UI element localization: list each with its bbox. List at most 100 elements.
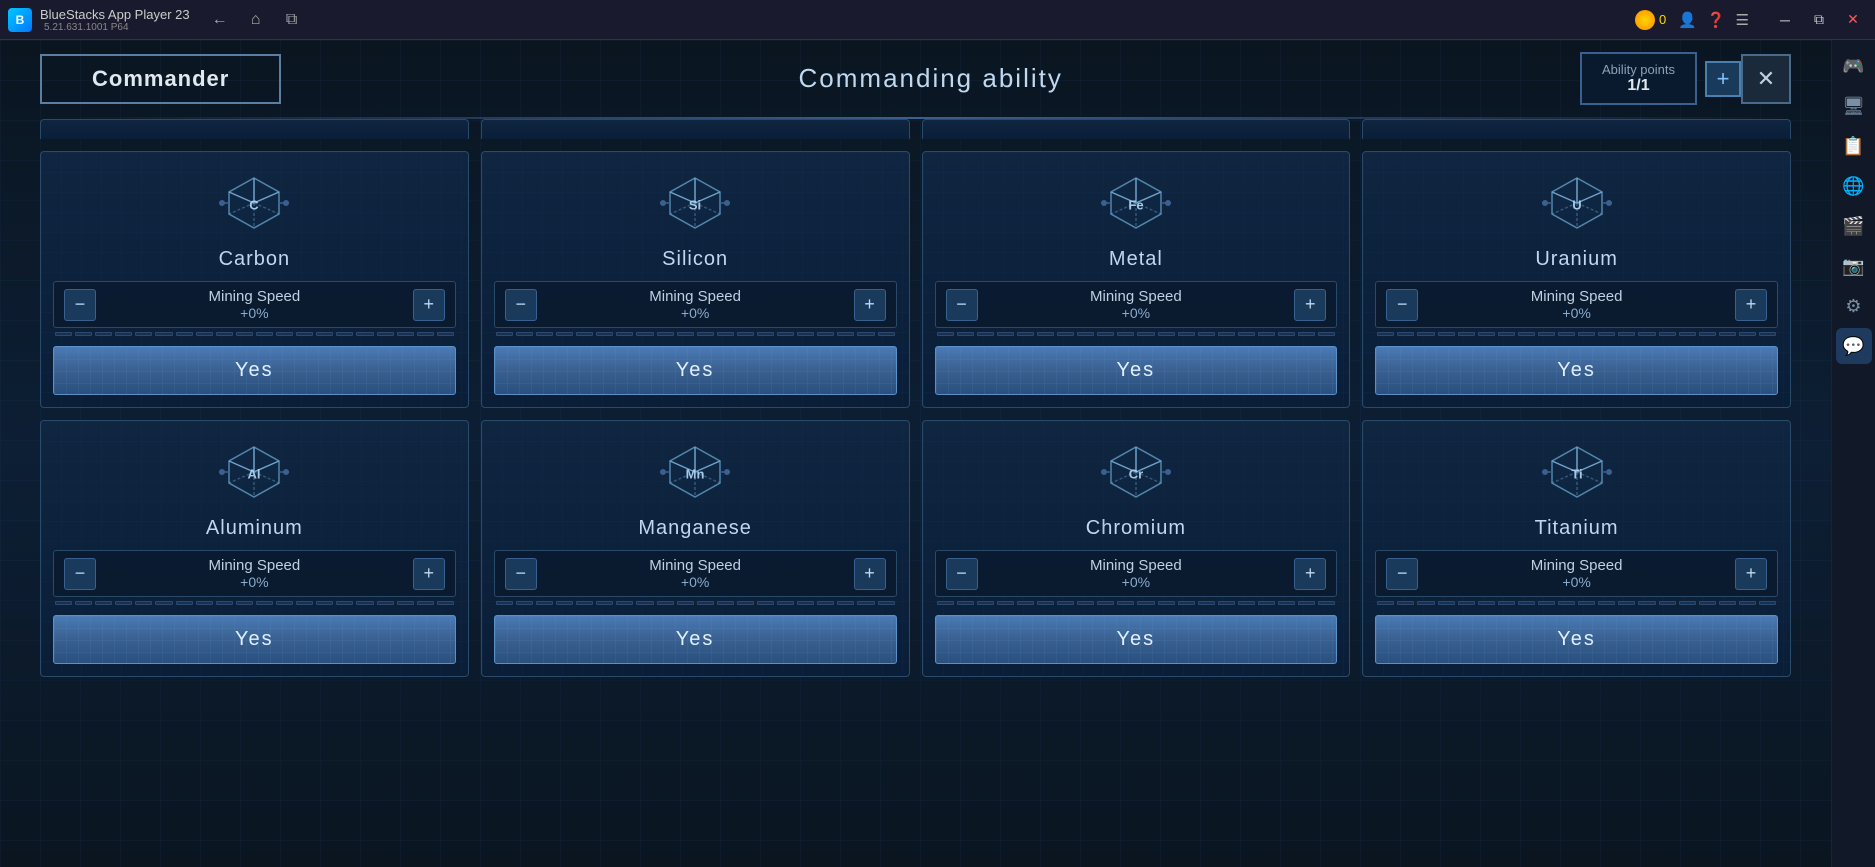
svg-text:U: U bbox=[1572, 197, 1581, 212]
svg-text:Si: Si bbox=[689, 197, 701, 212]
topbar-nav: ← ⌂ ⧉ bbox=[206, 6, 306, 34]
cube-icon-titanium: Ti bbox=[1542, 437, 1612, 507]
sidebar-icon-0[interactable]: 🎮 bbox=[1836, 48, 1872, 84]
minimize-button[interactable]: ─ bbox=[1771, 6, 1799, 34]
back-button[interactable]: ← bbox=[206, 6, 234, 34]
sidebar-icon-2[interactable]: 📋 bbox=[1836, 128, 1872, 164]
mining-speed-plus-metal[interactable]: + bbox=[1294, 289, 1326, 321]
sidebar-icon-6[interactable]: ⚙ bbox=[1836, 288, 1872, 324]
mining-speed-label-titanium: Mining Speed bbox=[1418, 557, 1735, 574]
mining-speed-plus-manganese[interactable]: + bbox=[854, 558, 886, 590]
commander-header: Commander Commanding ability Ability poi… bbox=[0, 40, 1831, 117]
sidebar-icon-4[interactable]: 🎬 bbox=[1836, 208, 1872, 244]
coin-icon bbox=[1635, 10, 1655, 30]
svg-text:Fe: Fe bbox=[1128, 197, 1143, 212]
yes-button-metal[interactable]: Yes bbox=[935, 346, 1338, 395]
mining-speed-minus-metal[interactable]: − bbox=[946, 289, 978, 321]
right-sidebar: 🎮 🖥 📋 🌐 🎬 📷 ⚙ 💬 bbox=[1831, 40, 1875, 867]
progress-bar-silicon bbox=[494, 332, 897, 340]
mining-speed-plus-silicon[interactable]: + bbox=[854, 289, 886, 321]
topbar: B BlueStacks App Player 23 5.21.631.1001… bbox=[0, 0, 1875, 40]
mineral-card-titanium: Ti Titanium − Mining Speed +0% + Yes bbox=[1362, 420, 1791, 677]
progress-bar-uranium bbox=[1375, 332, 1778, 340]
mining-speed-value-chromium: +0% bbox=[978, 574, 1295, 590]
cube-icon-manganese: Mn bbox=[660, 437, 730, 507]
mineral-card-aluminum: Al Aluminum − Mining Speed +0% + Yes bbox=[40, 420, 469, 677]
mining-speed-plus-titanium[interactable]: + bbox=[1735, 558, 1767, 590]
mining-speed-plus-uranium[interactable]: + bbox=[1735, 289, 1767, 321]
window-controls: ─ ⧉ ✕ bbox=[1771, 6, 1867, 34]
mining-speed-minus-titanium[interactable]: − bbox=[1386, 558, 1418, 590]
mining-speed-content-uranium: Mining Speed +0% bbox=[1418, 288, 1735, 321]
mining-speed-row-aluminum: − Mining Speed +0% + bbox=[53, 550, 456, 597]
sidebar-icon-chat[interactable]: 💬 bbox=[1836, 328, 1872, 364]
cube-icon-silicon: Si bbox=[660, 168, 730, 238]
mining-speed-content-silicon: Mining Speed +0% bbox=[537, 288, 854, 321]
mining-speed-minus-silicon[interactable]: − bbox=[505, 289, 537, 321]
restore-button[interactable]: ⧉ bbox=[1805, 6, 1833, 34]
mining-speed-value-silicon: +0% bbox=[537, 305, 854, 321]
yes-button-carbon[interactable]: Yes bbox=[53, 346, 456, 395]
cube-icon-aluminum: Al bbox=[219, 437, 289, 507]
svg-text:Ti: Ti bbox=[1571, 466, 1582, 481]
top-row-partial bbox=[0, 119, 1831, 139]
mining-speed-value-manganese: +0% bbox=[537, 574, 854, 590]
mining-speed-row-manganese: − Mining Speed +0% + bbox=[494, 550, 897, 597]
window-button[interactable]: ⧉ bbox=[278, 6, 306, 34]
topbar-action-icons: 👤 ❓ ☰ bbox=[1678, 11, 1749, 29]
mineral-name-metal: Metal bbox=[1109, 248, 1163, 271]
top-card-partial-1 bbox=[481, 119, 910, 139]
mining-speed-value-metal: +0% bbox=[978, 305, 1295, 321]
yes-button-titanium[interactable]: Yes bbox=[1375, 615, 1778, 664]
sidebar-icon-3[interactable]: 🌐 bbox=[1836, 168, 1872, 204]
mining-speed-label-metal: Mining Speed bbox=[978, 288, 1295, 305]
mining-speed-plus-carbon[interactable]: + bbox=[413, 289, 445, 321]
mining-speed-minus-manganese[interactable]: − bbox=[505, 558, 537, 590]
avatar-icon: 👤 bbox=[1678, 11, 1697, 29]
coin-display: 0 bbox=[1635, 10, 1666, 30]
mineral-name-titanium: Titanium bbox=[1535, 517, 1619, 540]
mining-speed-content-metal: Mining Speed +0% bbox=[978, 288, 1295, 321]
mining-speed-row-uranium: − Mining Speed +0% + bbox=[1375, 281, 1778, 328]
mining-speed-plus-chromium[interactable]: + bbox=[1294, 558, 1326, 590]
cube-icon-carbon: C bbox=[219, 168, 289, 238]
mining-speed-row-metal: − Mining Speed +0% + bbox=[935, 281, 1338, 328]
mineral-card-silicon: Si Silicon − Mining Speed +0% + Yes bbox=[481, 151, 910, 408]
mineral-card-manganese: Mn Manganese − Mining Speed +0% + Yes bbox=[481, 420, 910, 677]
yes-button-uranium[interactable]: Yes bbox=[1375, 346, 1778, 395]
home-button[interactable]: ⌂ bbox=[242, 6, 270, 34]
mining-speed-minus-uranium[interactable]: − bbox=[1386, 289, 1418, 321]
coin-count: 0 bbox=[1659, 12, 1666, 27]
progress-bar-titanium bbox=[1375, 601, 1778, 609]
commander-button[interactable]: Commander bbox=[40, 54, 281, 104]
app-title-group: BlueStacks App Player 23 5.21.631.1001 P… bbox=[40, 7, 190, 33]
mining-speed-minus-carbon[interactable]: − bbox=[64, 289, 96, 321]
cube-icon-metal: Fe bbox=[1101, 168, 1171, 238]
sidebar-icon-1[interactable]: 🖥 bbox=[1836, 88, 1872, 124]
svg-text:Al: Al bbox=[248, 466, 261, 481]
mining-speed-content-aluminum: Mining Speed +0% bbox=[96, 557, 413, 590]
mineral-card-uranium: U Uranium − Mining Speed +0% + Yes bbox=[1362, 151, 1791, 408]
close-window-button[interactable]: ✕ bbox=[1839, 6, 1867, 34]
mining-speed-row-titanium: − Mining Speed +0% + bbox=[1375, 550, 1778, 597]
progress-bar-metal bbox=[935, 332, 1338, 340]
yes-button-aluminum[interactable]: Yes bbox=[53, 615, 456, 664]
mining-speed-label-chromium: Mining Speed bbox=[978, 557, 1295, 574]
top-card-partial-0 bbox=[40, 119, 469, 139]
app-title: BlueStacks App Player 23 bbox=[40, 7, 190, 22]
app-version: 5.21.631.1001 P64 bbox=[44, 22, 190, 33]
mining-speed-minus-chromium[interactable]: − bbox=[946, 558, 978, 590]
sidebar-icon-5[interactable]: 📷 bbox=[1836, 248, 1872, 284]
svg-text:Mn: Mn bbox=[686, 466, 705, 481]
mining-speed-content-titanium: Mining Speed +0% bbox=[1418, 557, 1735, 590]
minerals-grid: C Carbon − Mining Speed +0% + Yes bbox=[0, 139, 1831, 689]
yes-button-manganese[interactable]: Yes bbox=[494, 615, 897, 664]
yes-button-chromium[interactable]: Yes bbox=[935, 615, 1338, 664]
yes-button-silicon[interactable]: Yes bbox=[494, 346, 897, 395]
mining-speed-row-carbon: − Mining Speed +0% + bbox=[53, 281, 456, 328]
mining-speed-minus-aluminum[interactable]: − bbox=[64, 558, 96, 590]
mining-speed-content-chromium: Mining Speed +0% bbox=[978, 557, 1295, 590]
mining-speed-plus-aluminum[interactable]: + bbox=[413, 558, 445, 590]
help-icon: ❓ bbox=[1707, 11, 1726, 29]
topbar-right: 0 👤 ❓ ☰ ─ ⧉ ✕ bbox=[1635, 6, 1867, 34]
